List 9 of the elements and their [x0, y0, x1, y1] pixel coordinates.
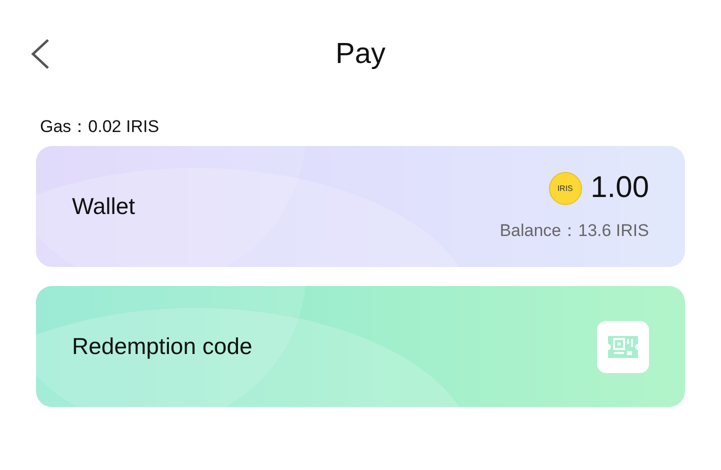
- ticket-qr-icon: [597, 320, 649, 372]
- coin-badge: IRIS: [548, 172, 582, 204]
- wallet-label: Wallet: [72, 193, 136, 220]
- redemption-label: Redemption code: [72, 333, 252, 360]
- gas-fee-text: Gas：0.02 IRIS: [40, 116, 160, 138]
- balance-text: Balance：13.6 IRIS: [500, 220, 649, 242]
- back-chevron-icon: [30, 38, 50, 70]
- amount-text: 1.00: [590, 171, 649, 205]
- page-title: Pay: [334, 38, 386, 70]
